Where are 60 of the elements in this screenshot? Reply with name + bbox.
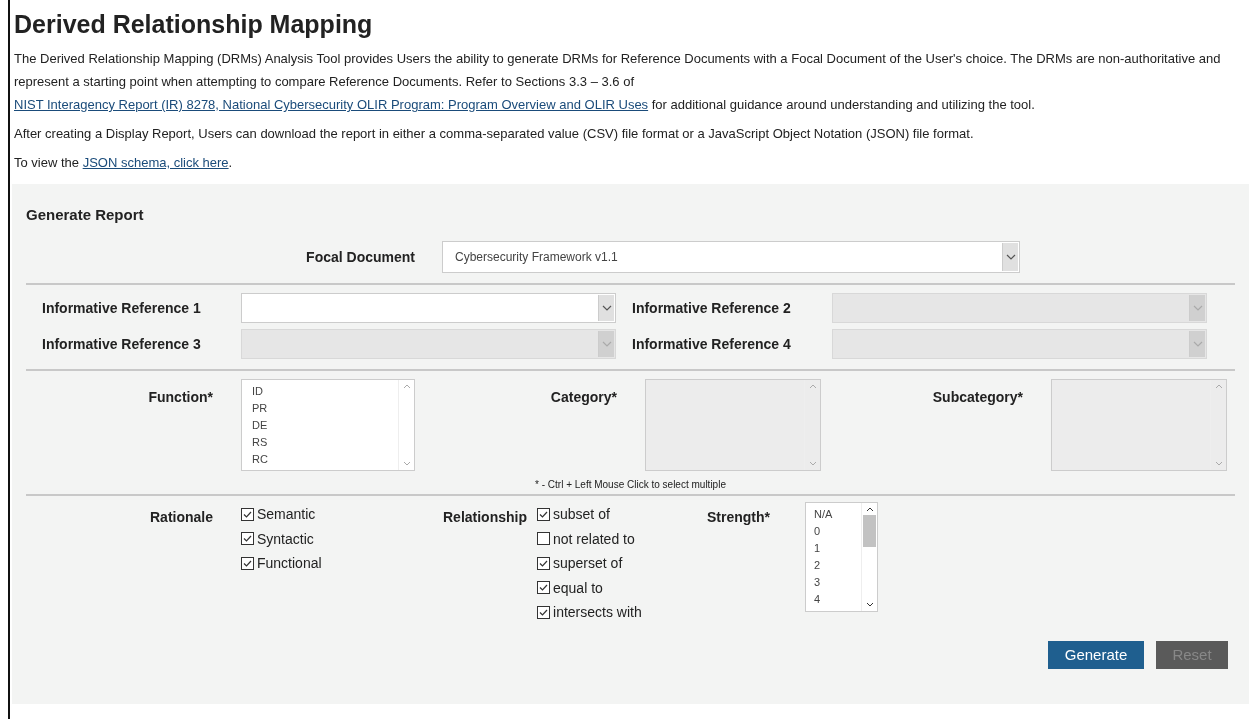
caret-icon: [598, 331, 614, 357]
schema-link[interactable]: JSON schema, click here: [82, 155, 229, 170]
page-title: Derived Relationship Mapping: [13, 9, 374, 40]
report-link[interactable]: NIST Interagency Report (IR) 8278, National Cybersecurity OLIR Program: Program Overview and OLIR Uses: [14, 97, 649, 112]
checkbox-option[interactable]: Syntactic: [241, 526, 443, 551]
checkbox[interactable]: [241, 507, 254, 521]
scroll-up-icon[interactable]: [865, 507, 874, 512]
list-option[interactable]: 1: [814, 540, 861, 557]
schema-sentence: To view the JSON schema, click here.: [14, 154, 234, 172]
field-label: Informative Reference 1: [41, 300, 202, 316]
focal-select[interactable]: Cybersecurity Framework v1.1: [442, 241, 1020, 273]
field-label: Strength*: [707, 509, 771, 525]
checkbox-option[interactable]: Semantic: [241, 502, 443, 527]
checkbox[interactable]: [241, 532, 254, 546]
panel-title: Generate Report: [26, 206, 145, 223]
field-label: Informative Reference 2: [632, 300, 792, 316]
caret-icon: [1002, 243, 1018, 271]
reference-select[interactable]: [241, 293, 616, 323]
list-option[interactable]: RC: [252, 451, 398, 468]
scroll-thumb[interactable]: [863, 515, 876, 547]
download-note: After creating a Display Report, Users can download the report in either a comma-separated value (CSV) file format or a JavaScript Object Notation (JSON) file format.: [14, 125, 975, 143]
caret-icon: [1189, 295, 1205, 321]
caret-icon: [598, 295, 614, 321]
checkbox[interactable]: [537, 556, 550, 570]
checkbox[interactable]: [241, 556, 254, 570]
field-label: Informative Reference 4: [632, 336, 792, 352]
checkbox-option[interactable]: Functional: [241, 551, 443, 576]
field-label: Subcategory*: [931, 388, 1023, 405]
checkbox[interactable]: [537, 507, 550, 521]
checkbox-option[interactable]: intersects with: [537, 600, 707, 625]
checkbox-option[interactable]: not related to: [537, 526, 707, 551]
checkbox[interactable]: [537, 581, 550, 595]
checkbox[interactable]: [537, 532, 550, 546]
list-option[interactable]: DE: [252, 417, 398, 434]
list-option[interactable]: PR: [252, 400, 398, 417]
list-option[interactable]: N/A: [814, 506, 861, 523]
checkbox-option[interactable]: superset of: [537, 551, 707, 576]
list-option[interactable]: 3: [814, 574, 861, 591]
list-option[interactable]: 4: [814, 591, 861, 608]
field-label: Function*: [147, 388, 213, 405]
generate-button[interactable]: Generate: [1048, 640, 1144, 669]
field-label: Rationale: [149, 509, 213, 525]
checkbox-option[interactable]: equal to: [537, 575, 707, 600]
field-label: Category*: [549, 388, 617, 405]
list-option[interactable]: 0: [814, 523, 861, 540]
checkbox-option[interactable]: subset of: [537, 502, 707, 527]
list-option[interactable]: RS: [252, 434, 398, 451]
list-box[interactable]: ID PR DE RS RC: [241, 379, 415, 471]
list-option[interactable]: ID: [252, 383, 398, 400]
caret-icon: [1189, 331, 1205, 357]
intro-paragraph: The Derived Relationship Mapping (DRMs) Analysis Tool provides Users the ability to generate DRMs for Reference Documents with a Focal Document of the User's choice. The DRMs are non-authoritative and represent a starting point when attempting to compare Reference Documents. Refer to Sections 3.3 – 3.6 of NIST Interagency Report (IR) 8278, National Cybersecurity OLIR Program: Program Overview and OLIR Uses for additional guidance around understanding and utilizing the tool.: [14, 50, 1222, 114]
hint-text: * - Ctrl + Left Mouse Click to select multiple: [534, 479, 727, 490]
field-label: Focal Document: [305, 249, 415, 265]
scrollbar[interactable]: [861, 503, 877, 611]
field-label: Informative Reference 3: [41, 336, 202, 352]
list-box[interactable]: N/A 0 1 2 3 4: [805, 502, 878, 612]
checkbox[interactable]: [537, 605, 550, 619]
list-option[interactable]: 2: [814, 557, 861, 574]
field-label: Relationship: [443, 509, 527, 525]
scroll-down-icon[interactable]: [865, 602, 874, 607]
